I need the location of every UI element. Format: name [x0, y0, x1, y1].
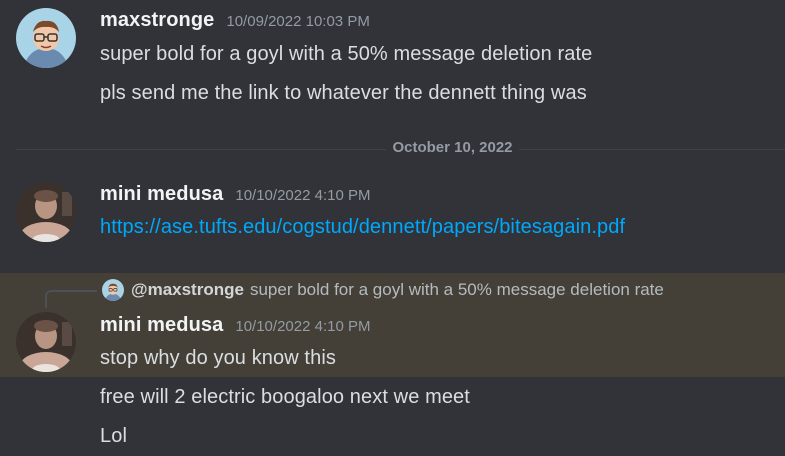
message-group-mini-medusa: mini medusa 10/10/2022 4:10 PM https://a…: [0, 170, 785, 260]
message-text: pls send me the link to whatever the den…: [100, 82, 587, 104]
avatar-photo-icon: [16, 312, 76, 372]
reply-username[interactable]: @maxstronge: [131, 280, 244, 300]
date-divider: October 10, 2022: [0, 139, 785, 157]
message-timestamp[interactable]: 10/10/2022 4:10 PM: [235, 318, 370, 335]
date-divider-label: October 10, 2022: [386, 139, 519, 156]
avatar-mini-medusa[interactable]: [16, 182, 76, 242]
message-timestamp[interactable]: 10/09/2022 10:03 PM: [226, 13, 369, 30]
avatar-maxstronge[interactable]: [16, 8, 76, 68]
message-group-maxstronge: maxstronge 10/09/2022 10:03 PM super bol…: [0, 0, 785, 120]
username[interactable]: maxstronge: [100, 9, 214, 32]
message-link-container: https://ase.tufts.edu/cogstud/dennett/pa…: [100, 216, 625, 239]
reply-avatar: [102, 279, 124, 301]
avatar-mini-medusa[interactable]: [16, 312, 76, 372]
avatar-cartoon-icon: [16, 8, 76, 68]
reply-text[interactable]: super bold for a goyl with a 50% message…: [250, 280, 664, 300]
username[interactable]: mini medusa: [100, 183, 223, 206]
username[interactable]: mini medusa: [100, 314, 223, 337]
message-text: super bold for a goyl with a 50% message…: [100, 43, 593, 65]
message-group-mini-medusa-reply: mini medusa 10/10/2022 4:10 PM stop why …: [0, 300, 785, 456]
message-timestamp[interactable]: 10/10/2022 4:10 PM: [235, 187, 370, 204]
avatar-photo-icon: [16, 182, 76, 242]
avatar-cartoon-icon: [102, 279, 124, 301]
reply-preview[interactable]: @maxstronge super bold for a goyl with a…: [102, 279, 664, 301]
message-text: stop why do you know this: [100, 347, 336, 369]
message-link[interactable]: https://ase.tufts.edu/cogstud/dennett/pa…: [100, 216, 625, 238]
message-text: free will 2 electric boogaloo next we me…: [100, 386, 470, 408]
message-text: Lol: [100, 425, 127, 447]
